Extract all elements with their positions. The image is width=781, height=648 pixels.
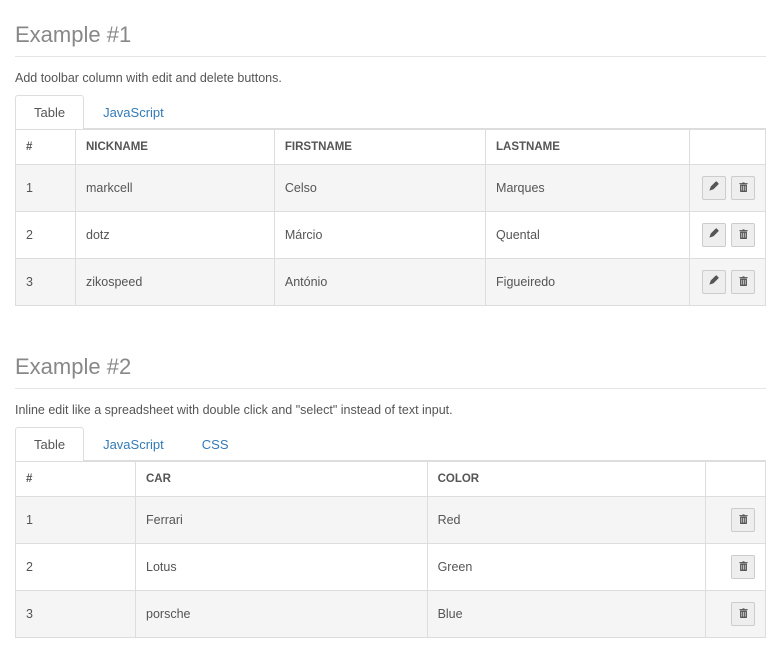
- trash-icon: [738, 181, 749, 195]
- divider: [15, 388, 766, 389]
- col-nickname: NICKNAME: [76, 130, 275, 165]
- table-row: 1 markcell Celso Marques: [16, 165, 766, 212]
- example-1-section: Example #1 Add toolbar column with edit …: [15, 22, 766, 306]
- edit-button[interactable]: [702, 176, 726, 200]
- cell-index: 2: [16, 544, 136, 591]
- cell-nickname: markcell: [76, 165, 275, 212]
- trash-icon: [738, 275, 749, 289]
- edit-button[interactable]: [702, 223, 726, 247]
- cell-actions: [689, 212, 765, 259]
- cell-color[interactable]: Green: [427, 544, 705, 591]
- example-2-tabs: Table JavaScript CSS: [15, 427, 766, 461]
- pencil-icon: [708, 181, 719, 195]
- delete-button[interactable]: [731, 508, 755, 532]
- pencil-icon: [708, 275, 719, 289]
- example-2-table: # CAR COLOR 1 Ferrari Red 2 Lotus Green: [15, 461, 766, 638]
- table-row: 2 dotz Márcio Quental: [16, 212, 766, 259]
- example-1-tabs: Table JavaScript: [15, 95, 766, 129]
- col-index: #: [16, 462, 136, 497]
- cell-index: 3: [16, 259, 76, 306]
- cell-index: 1: [16, 497, 136, 544]
- table-row: 3 porsche Blue: [16, 591, 766, 638]
- col-index: #: [16, 130, 76, 165]
- example-2-title: Example #2: [15, 354, 766, 380]
- col-lastname: LASTNAME: [486, 130, 689, 165]
- tab-table[interactable]: Table: [15, 427, 84, 461]
- cell-actions: [706, 544, 766, 591]
- cell-actions: [689, 165, 765, 212]
- table-header-row: # NICKNAME FIRSTNAME LASTNAME: [16, 130, 766, 165]
- trash-icon: [738, 560, 749, 574]
- col-color: COLOR: [427, 462, 705, 497]
- tab-javascript[interactable]: JavaScript: [84, 427, 183, 461]
- cell-car[interactable]: Ferrari: [136, 497, 428, 544]
- cell-actions: [706, 497, 766, 544]
- example-1-table: # NICKNAME FIRSTNAME LASTNAME 1 markcell…: [15, 129, 766, 306]
- delete-button[interactable]: [731, 223, 755, 247]
- cell-index: 2: [16, 212, 76, 259]
- cell-color[interactable]: Red: [427, 497, 705, 544]
- cell-actions: [706, 591, 766, 638]
- cell-car[interactable]: porsche: [136, 591, 428, 638]
- table-row: 1 Ferrari Red: [16, 497, 766, 544]
- delete-button[interactable]: [731, 602, 755, 626]
- table-row: 2 Lotus Green: [16, 544, 766, 591]
- delete-button[interactable]: [731, 555, 755, 579]
- tab-css[interactable]: CSS: [183, 427, 248, 461]
- delete-button[interactable]: [731, 176, 755, 200]
- tab-javascript[interactable]: JavaScript: [84, 95, 183, 129]
- pencil-icon: [708, 228, 719, 242]
- cell-color[interactable]: Blue: [427, 591, 705, 638]
- cell-index: 3: [16, 591, 136, 638]
- example-1-description: Add toolbar column with edit and delete …: [15, 71, 766, 85]
- divider: [15, 56, 766, 57]
- example-2-section: Example #2 Inline edit like a spreadshee…: [15, 354, 766, 638]
- cell-firstname: António: [274, 259, 485, 306]
- col-actions: [706, 462, 766, 497]
- cell-nickname: dotz: [76, 212, 275, 259]
- cell-lastname: Quental: [486, 212, 689, 259]
- col-actions: [689, 130, 765, 165]
- cell-index: 1: [16, 165, 76, 212]
- example-1-title: Example #1: [15, 22, 766, 48]
- edit-button[interactable]: [702, 270, 726, 294]
- example-2-description: Inline edit like a spreadsheet with doub…: [15, 403, 766, 417]
- cell-firstname: Celso: [274, 165, 485, 212]
- cell-firstname: Márcio: [274, 212, 485, 259]
- col-car: CAR: [136, 462, 428, 497]
- cell-car[interactable]: Lotus: [136, 544, 428, 591]
- table-row: 3 zikospeed António Figueiredo: [16, 259, 766, 306]
- trash-icon: [738, 513, 749, 527]
- cell-lastname: Marques: [486, 165, 689, 212]
- delete-button[interactable]: [731, 270, 755, 294]
- col-firstname: FIRSTNAME: [274, 130, 485, 165]
- trash-icon: [738, 228, 749, 242]
- table-header-row: # CAR COLOR: [16, 462, 766, 497]
- cell-nickname: zikospeed: [76, 259, 275, 306]
- cell-lastname: Figueiredo: [486, 259, 689, 306]
- trash-icon: [738, 607, 749, 621]
- cell-actions: [689, 259, 765, 306]
- tab-table[interactable]: Table: [15, 95, 84, 129]
